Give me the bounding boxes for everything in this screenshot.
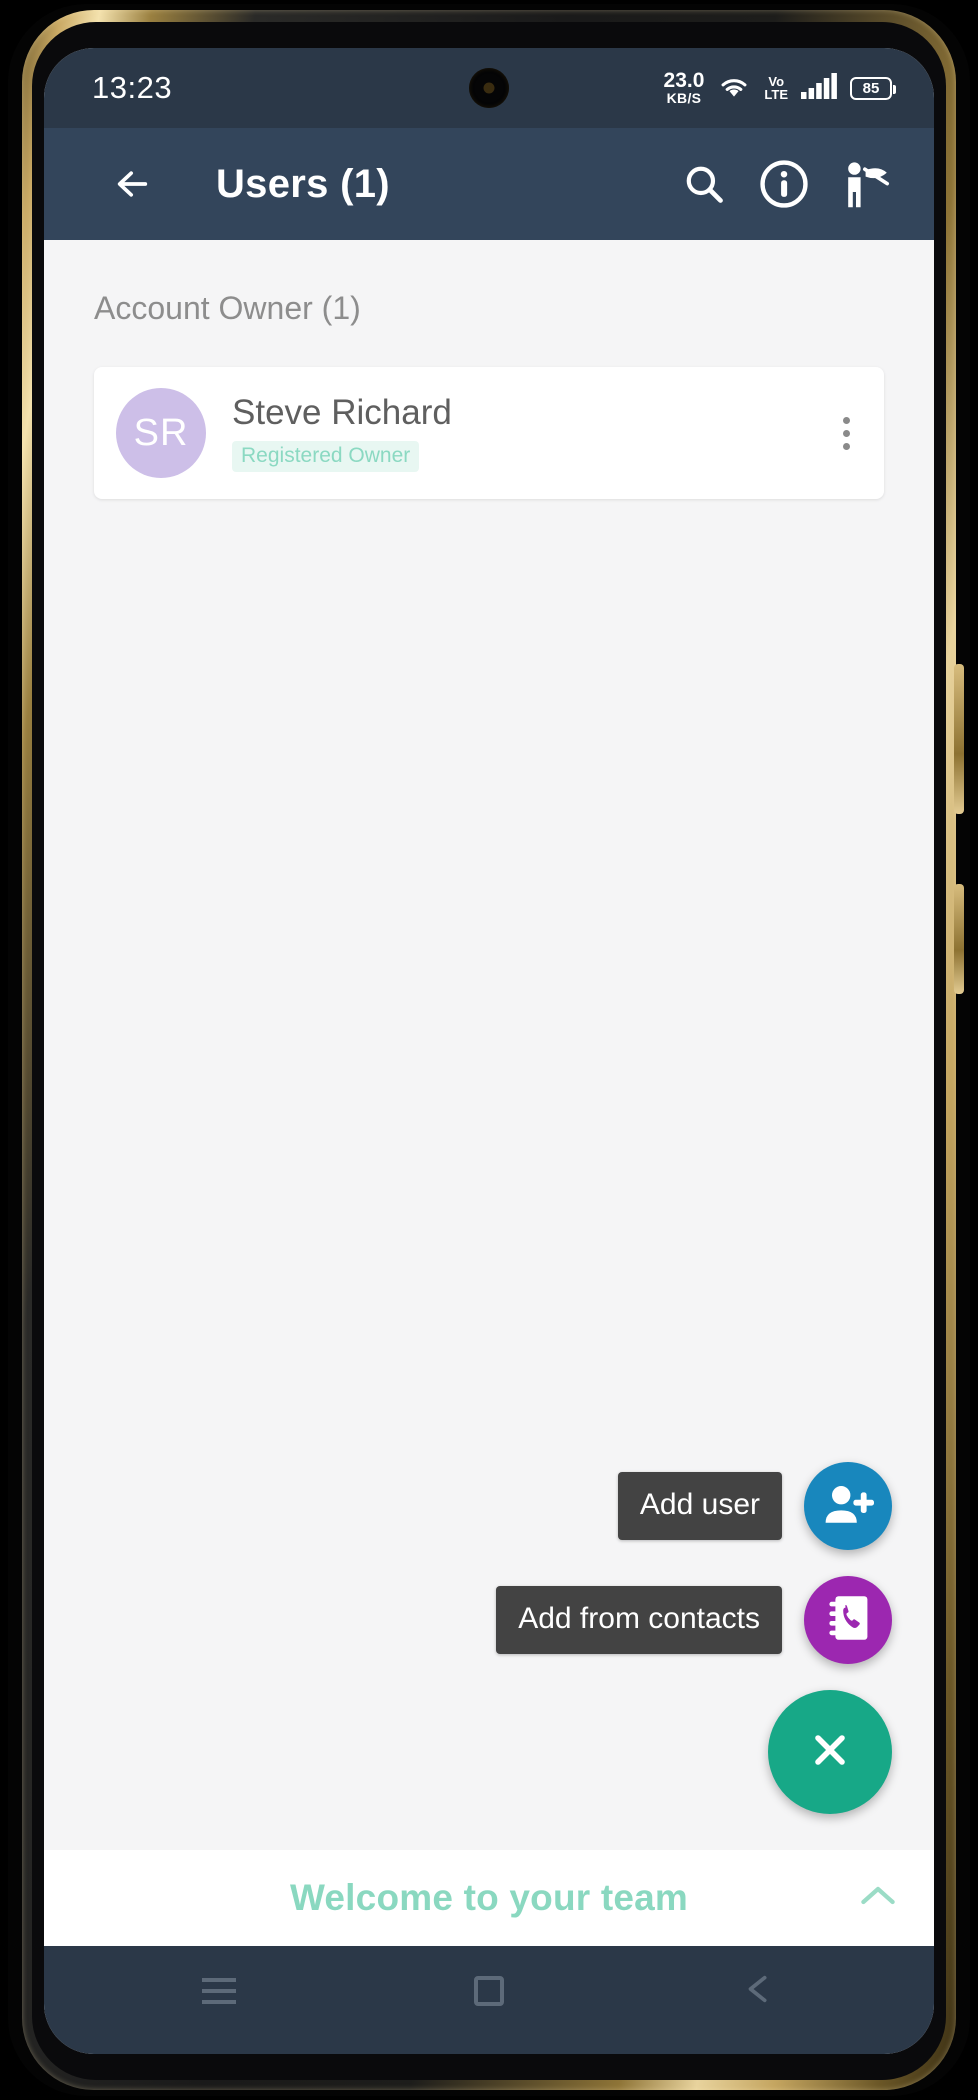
dot	[843, 442, 850, 450]
search-icon[interactable]	[666, 146, 742, 222]
nav-back[interactable]	[714, 1958, 804, 2024]
contact-book-icon	[825, 1593, 871, 1648]
front-camera-punch-hole	[469, 68, 509, 108]
menu-recents-icon	[202, 1978, 236, 2004]
banner-text: Welcome to your team	[289, 1877, 689, 1918]
fab-label-add-user: Add user	[617, 1472, 782, 1540]
nav-recents[interactable]	[174, 1958, 264, 2024]
network-speed-value: 23.0	[663, 68, 705, 92]
info-circle-icon[interactable]	[746, 146, 822, 222]
avatar: SR	[116, 388, 206, 478]
camera-lens	[483, 82, 495, 94]
network-speed-unit: KB/S	[666, 89, 702, 106]
app-bar: Users (1)	[44, 128, 934, 240]
fab-row-add-user: Add user	[617, 1462, 892, 1550]
status-bar: 13:23 23.0 KB/S Vo LTE 85	[44, 48, 934, 128]
more-vertical-icon[interactable]	[835, 407, 858, 460]
section-label-account-owner: Account Owner (1)	[94, 290, 361, 326]
chevron-up-icon[interactable]	[858, 1883, 898, 1914]
system-nav-bar	[44, 1946, 934, 2054]
page-title: Users (1)	[216, 161, 390, 206]
person-add-icon	[822, 1480, 874, 1533]
signal-bars-icon	[801, 72, 837, 104]
close-icon	[806, 1726, 854, 1779]
line	[202, 1978, 236, 1982]
arrow-left-icon[interactable]	[94, 146, 170, 222]
main-content: Account Owner (1) SR Steve Richard Regis…	[44, 240, 934, 1850]
line	[202, 1989, 236, 1993]
battery-icon: 85	[850, 76, 896, 100]
network-speed-indicator: 23.0 KB/S	[664, 70, 705, 107]
power-button[interactable]	[954, 884, 964, 994]
back-triangle-icon	[742, 1972, 776, 2011]
phone-frame: 13:23 23.0 KB/S Vo LTE 85 Users (1) Acco…	[8, 4, 970, 2096]
dot	[843, 429, 850, 437]
home-square-icon	[474, 1976, 504, 2006]
volte-label-bottom: LTE	[764, 87, 788, 102]
phone-screen: 13:23 23.0 KB/S Vo LTE 85 Users (1) Acco…	[44, 48, 934, 2054]
person-add-contact-icon[interactable]	[826, 146, 902, 222]
volte-icon: Vo LTE	[764, 75, 788, 101]
status-clock: 13:23	[92, 70, 173, 105]
fab-label-add-from-contacts: Add from contacts	[496, 1586, 782, 1654]
wifi-icon	[717, 73, 751, 104]
nav-home[interactable]	[444, 1958, 534, 2024]
battery-level-text: 85	[862, 79, 880, 97]
user-info: Steve Richard Registered Owner	[232, 394, 835, 472]
fab-row-add-from-contacts: Add from contacts	[496, 1576, 892, 1664]
fab-add-user[interactable]	[804, 1462, 892, 1550]
fab-close[interactable]	[768, 1690, 892, 1814]
bottom-banner[interactable]: Welcome to your team	[44, 1850, 934, 1946]
user-list-item[interactable]: SR Steve Richard Registered Owner	[94, 367, 884, 499]
fab-speed-dial: Add user Add from contacts	[496, 1462, 892, 1814]
dot	[843, 416, 850, 424]
status-icons-group: 23.0 KB/S Vo LTE 85	[664, 70, 896, 107]
user-name: Steve Richard	[232, 393, 452, 433]
status-badge: Registered Owner	[232, 440, 420, 472]
line	[202, 2000, 236, 2004]
volume-button[interactable]	[954, 664, 964, 814]
fab-add-from-contacts[interactable]	[804, 1576, 892, 1664]
